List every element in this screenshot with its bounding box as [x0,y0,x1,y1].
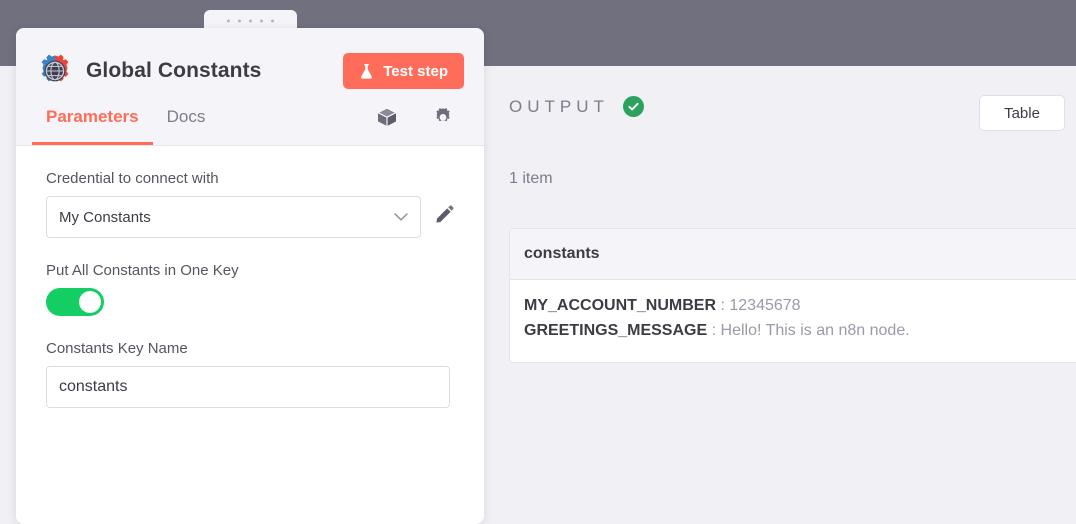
credential-selected-value: My Constants [59,208,151,226]
row-key: MY_ACCOUNT_NUMBER [524,297,717,314]
output-view-table-button[interactable]: Table [979,95,1065,131]
app-root: Global Constants Test step Parameters Do… [0,0,1076,524]
global-constants-gear-globe-icon [38,54,72,88]
output-pane-top-bar [484,0,1076,66]
output-header: OUTPUT [509,96,644,117]
pencil-icon[interactable] [435,205,454,229]
node-panel-tab-icons [376,106,468,128]
row-key: GREETINGS_MESSAGE [524,322,708,340]
constants-key-name-label: Constants Key Name [46,340,188,357]
gear-icon[interactable] [432,106,454,128]
output-table-column-header: constants [510,229,1076,280]
node-title: Global Constants [86,59,262,82]
output-item-count: 1 item [509,170,553,187]
put-all-constants-field: Put All Constants in One Key [46,262,454,316]
node-panel-tabs: Parameters Docs [16,89,484,145]
tab-parameters[interactable]: Parameters [32,89,153,145]
test-step-button-label: Test step [383,62,448,80]
credential-select[interactable]: My Constants [46,196,421,238]
node-panel-header: Global Constants Test step Parameters Do… [16,28,484,146]
tab-docs[interactable]: Docs [153,89,220,145]
credential-row: My Constants [46,196,454,238]
success-check-icon [622,96,644,117]
put-all-constants-label: Put All Constants in One Key [46,262,239,279]
credential-field: Credential to connect with My Constants [46,170,454,238]
credential-label: Credential to connect with [46,170,219,187]
row-value: Hello! This is an n8n node. [720,322,910,340]
node-panel-body: Credential to connect with My Constants [16,146,484,408]
row-value: 12345678 [729,297,801,314]
output-title: OUTPUT [509,96,609,116]
test-step-button[interactable]: Test step [343,53,464,89]
output-table: constants MY_ACCOUNT_NUMBER : 12345678 G… [509,228,1076,364]
flask-icon [359,63,374,80]
put-all-constants-toggle[interactable] [46,288,104,316]
node-title-row: Global Constants Test step [16,28,484,90]
table-row: GREETINGS_MESSAGE : Hello! This is an n8… [524,319,1076,342]
cube-icon[interactable] [376,106,398,128]
output-table-body: MY_ACCOUNT_NUMBER : 12345678 GREETINGS_M… [510,280,1076,362]
table-row: MY_ACCOUNT_NUMBER : 12345678 [524,294,1076,317]
constants-key-name-field: Constants Key Name [46,340,454,408]
constants-key-name-input[interactable] [46,366,450,408]
node-settings-panel: Global Constants Test step Parameters Do… [16,28,484,524]
row-separator: : [720,297,725,314]
row-separator: : [711,322,717,340]
toggle-knob [79,291,101,313]
